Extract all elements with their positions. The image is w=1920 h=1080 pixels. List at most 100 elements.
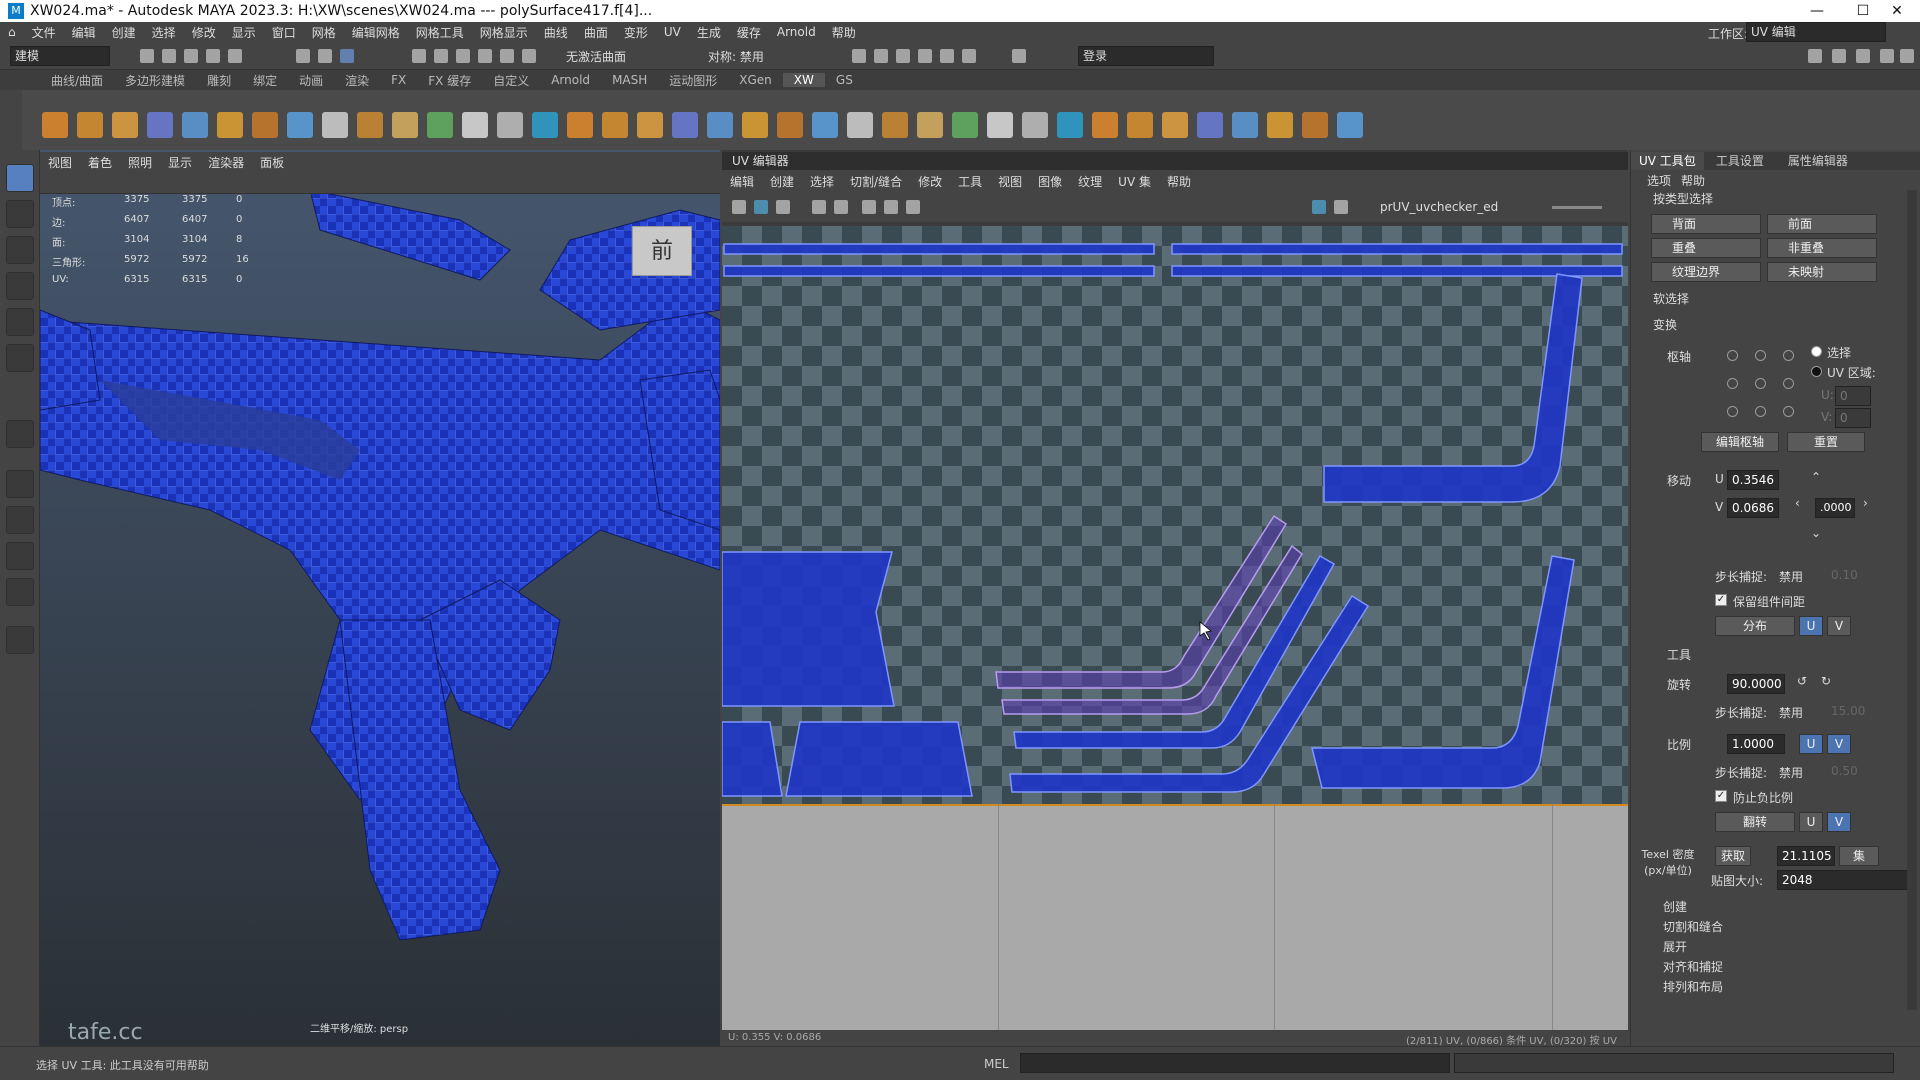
shelf-tool-icon[interactable] [707, 112, 733, 138]
exposure-slider[interactable] [1552, 206, 1602, 209]
select-texture-borders-button[interactable]: 纹理边界 [1651, 262, 1761, 282]
menu-deform[interactable]: 变形 [616, 24, 656, 41]
menu-modify[interactable]: 修改 [184, 24, 224, 41]
move-down-icon[interactable]: ⌄ [1811, 526, 1821, 540]
pivot-u-field[interactable]: 0 [1835, 386, 1871, 406]
shelf-tool-icon[interactable] [672, 112, 698, 138]
shelf-tab[interactable]: 多边形建模 [114, 72, 196, 89]
rotate-cw-icon[interactable]: ↻ [1821, 674, 1831, 688]
tab-tool-settings[interactable]: 工具设置 [1704, 152, 1776, 170]
shelf-tool-icon[interactable] [847, 112, 873, 138]
render-sequence-icon[interactable] [874, 49, 888, 63]
shelf-tab[interactable]: FX [380, 73, 417, 87]
shelf-tool-icon[interactable] [427, 112, 453, 138]
select-back-facing-button[interactable]: 背面 [1651, 214, 1761, 234]
attribute-editor-icon[interactable] [1832, 49, 1846, 63]
section-cut-sew[interactable]: 切割和缝合 [1663, 918, 1723, 935]
snap-vertex-icon[interactable] [522, 49, 536, 63]
map-size-field[interactable]: 2048 [1777, 870, 1917, 890]
uv-menu-view[interactable]: 视图 [990, 173, 1030, 190]
mel-label[interactable]: MEL [984, 1057, 1009, 1071]
shelf-tool-icon[interactable] [1092, 112, 1118, 138]
shelf-tool-icon[interactable] [1162, 112, 1188, 138]
layout-two-icon[interactable] [6, 542, 34, 570]
menu-mesh-tools[interactable]: 网格工具 [408, 24, 472, 41]
menu-help[interactable]: 帮助 [824, 24, 864, 41]
move-up-icon[interactable]: ⌃ [1811, 470, 1821, 484]
pivot-radio[interactable] [1727, 378, 1738, 389]
open-scene-icon[interactable] [162, 49, 176, 63]
menu-window[interactable]: 窗口 [264, 24, 304, 41]
shelf-tab[interactable]: XGen [728, 73, 783, 87]
uv-menu-help[interactable]: 帮助 [1159, 173, 1199, 190]
symmetry-label[interactable]: 对称: 禁用 [708, 48, 764, 65]
pivot-radio[interactable] [1783, 350, 1794, 361]
section-tools[interactable]: 工具 [1667, 646, 1691, 663]
step-snap-value[interactable]: 禁用 [1779, 704, 1803, 721]
close-icon[interactable]: ✕ [1874, 0, 1920, 22]
vp-menu-lighting[interactable]: 照明 [120, 154, 160, 171]
rotate-field[interactable]: 90.0000 [1727, 674, 1785, 694]
shelf-tool-icon[interactable] [532, 112, 558, 138]
shelf-tool-icon[interactable] [952, 112, 978, 138]
shelf-tool-icon[interactable] [217, 112, 243, 138]
select-non-overlapping-button[interactable]: 非重叠 [1767, 238, 1877, 258]
uv-tool-icon[interactable] [732, 200, 746, 214]
shelf-tab[interactable]: 绑定 [242, 72, 288, 89]
pivot-v-field[interactable]: 0 [1835, 408, 1871, 428]
flip-u-button[interactable]: U [1799, 812, 1823, 832]
shelf-tool-icon[interactable] [812, 112, 838, 138]
section-soft-select[interactable]: 软选择 [1653, 290, 1689, 307]
section-align-snap[interactable]: 对齐和捕捉 [1663, 958, 1723, 975]
shelf-tool-icon[interactable] [1127, 112, 1153, 138]
pause-icon[interactable] [1012, 49, 1026, 63]
shelf-tool-icon[interactable] [987, 112, 1013, 138]
shelf-tool-icon[interactable] [602, 112, 628, 138]
scale-u-button[interactable]: U [1799, 734, 1823, 754]
pivot-radio[interactable] [1727, 350, 1738, 361]
move-v-field[interactable]: 0.0686 [1727, 498, 1779, 518]
isolate-icon[interactable] [862, 200, 876, 214]
hypershade-icon[interactable] [940, 49, 954, 63]
shelf-tab[interactable]: 运动图形 [658, 72, 728, 89]
move-u-field[interactable]: 0.3546 [1727, 470, 1779, 490]
move-step-field[interactable]: .0000 [1815, 498, 1855, 518]
modeling-toolkit-icon[interactable] [1808, 49, 1822, 63]
scale-field[interactable]: 1.0000 [1727, 734, 1785, 754]
select-front-facing-button[interactable]: 前面 [1767, 214, 1877, 234]
uv-menu-edit[interactable]: 编辑 [722, 173, 762, 190]
menu-create[interactable]: 创建 [104, 24, 144, 41]
scale-v-button[interactable]: V [1827, 734, 1851, 754]
toolkit-menu-help[interactable]: 帮助 [1681, 172, 1705, 189]
save-scene-icon[interactable] [184, 49, 198, 63]
move-tool-icon[interactable] [6, 272, 34, 300]
ipr-icon[interactable] [896, 49, 910, 63]
checker-icon[interactable] [754, 200, 768, 214]
shelf-tool-icon[interactable] [147, 112, 173, 138]
step-snap-value[interactable]: 禁用 [1779, 568, 1803, 585]
distribute-v-button[interactable]: V [1827, 616, 1851, 636]
section-unfold[interactable]: 展开 [1663, 938, 1687, 955]
paint-select-icon[interactable] [6, 236, 34, 264]
move-right-icon[interactable]: › [1863, 496, 1868, 510]
uv-menu-modify[interactable]: 修改 [910, 173, 950, 190]
select-hierarchy-icon[interactable] [296, 49, 310, 63]
shelf-tab[interactable]: GS [825, 73, 864, 87]
shelf-tool-icon[interactable] [182, 112, 208, 138]
login-dropdown[interactable]: 登录 [1078, 46, 1214, 66]
shelf-tool-icon[interactable] [1232, 112, 1258, 138]
menu-set-dropdown[interactable]: 建模 [10, 46, 110, 66]
shelf-tool-icon[interactable] [1197, 112, 1223, 138]
uv-menu-uvsets[interactable]: UV 集 [1110, 173, 1159, 190]
shelf-tool-icon[interactable] [1057, 112, 1083, 138]
shelf-tab-active[interactable]: XW [782, 73, 825, 87]
flip-v-button[interactable]: V [1827, 812, 1851, 832]
layout-single-icon[interactable] [6, 470, 34, 498]
pivot-radio[interactable] [1755, 406, 1766, 417]
menu-arnold[interactable]: Arnold [769, 25, 824, 39]
render-view-icon[interactable] [962, 49, 976, 63]
vp-menu-show[interactable]: 显示 [160, 154, 200, 171]
flip-button[interactable]: 翻转 [1715, 812, 1795, 832]
pivot-radio[interactable] [1783, 406, 1794, 417]
snap-view-icon[interactable] [478, 49, 492, 63]
